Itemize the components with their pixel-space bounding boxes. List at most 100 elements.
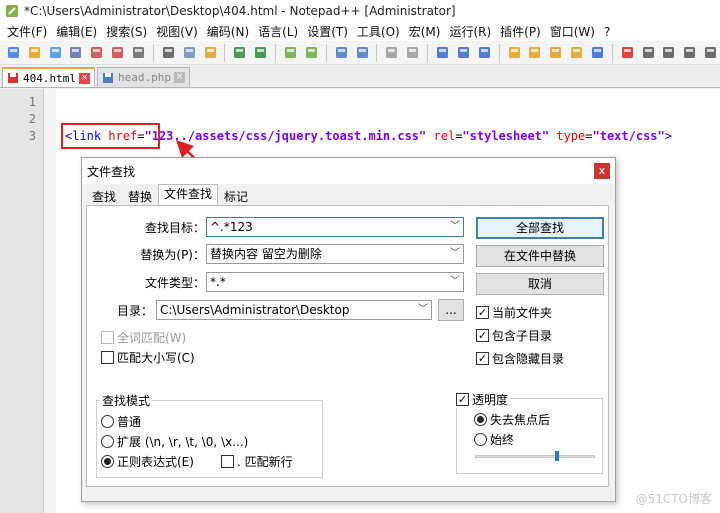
sync-h-icon[interactable]: [403, 43, 422, 62]
chevron-down-icon[interactable]: ﹀: [450, 218, 460, 236]
folder-workspace-icon[interactable]: [567, 43, 586, 62]
menu-item[interactable]: 编码(N): [204, 23, 255, 40]
menu-item[interactable]: 语言(L): [255, 23, 304, 40]
print-icon[interactable]: [129, 43, 148, 62]
menu-item[interactable]: 工具(O): [354, 23, 406, 40]
indent-guide-icon[interactable]: [475, 43, 494, 62]
tab-find[interactable]: 查找: [86, 187, 122, 205]
find-what-input[interactable]: ^.*123 ﹀: [206, 217, 464, 237]
radio-label: 始终: [490, 433, 515, 447]
dot-matches-newline-checkbox[interactable]: . 匹配新行: [221, 453, 293, 470]
file-tab-bar: 404.html × head.php ×: [0, 66, 720, 88]
menu-item[interactable]: 搜索(S): [103, 23, 153, 40]
toolbar-separator: [498, 43, 500, 62]
word-wrap-icon[interactable]: [433, 43, 452, 62]
checkbox-unchecked-icon: [221, 455, 234, 468]
close-tab-icon[interactable]: ×: [78, 72, 90, 84]
save-macro-icon[interactable]: [701, 43, 720, 62]
tab-replace[interactable]: 替换: [122, 187, 158, 205]
show-all-chars-icon[interactable]: [454, 43, 473, 62]
menu-item[interactable]: 宏(M): [406, 23, 447, 40]
open-file-icon[interactable]: [25, 43, 44, 62]
hidden-folders-checkbox[interactable]: ✓ 包含隐藏目录: [476, 350, 564, 367]
match-case-checkbox[interactable]: 匹配大小写(C): [101, 349, 195, 366]
save-all-icon[interactable]: [67, 43, 86, 62]
toolbar-separator: [275, 43, 277, 62]
menu-item[interactable]: ?: [601, 25, 616, 39]
filters-value: *.*: [210, 275, 226, 289]
transparency-slider[interactable]: [475, 455, 595, 458]
transparency-always-radio[interactable]: 始终: [474, 431, 514, 448]
run-macro-multiple-icon[interactable]: [680, 43, 699, 62]
search-mode-normal-radio[interactable]: 普通: [101, 413, 141, 430]
search-mode-extended-radio[interactable]: 扩展 (\n, \r, \t, \0, \x...): [101, 433, 248, 450]
dialog-tabs: 查找 替换 文件查找 标记: [86, 184, 254, 205]
tab-find-in-files[interactable]: 文件查找: [158, 184, 219, 205]
stop-macro-icon[interactable]: [639, 43, 658, 62]
chevron-down-icon[interactable]: ﹀: [450, 273, 460, 291]
record-macro-icon[interactable]: [618, 43, 637, 62]
current-folder-checkbox[interactable]: ✓ 当前文件夹: [476, 304, 552, 321]
zoom-in-icon[interactable]: [332, 43, 351, 62]
cancel-button[interactable]: 取消: [476, 273, 604, 295]
transparency-on-lose-focus-radio[interactable]: 失去焦点后: [474, 411, 550, 428]
find-icon[interactable]: [281, 43, 300, 62]
dialog-title: 文件查找: [87, 164, 136, 179]
filters-input[interactable]: *.* ﹀: [206, 272, 464, 292]
checkbox-label: 透明度: [472, 393, 509, 407]
search-mode-regex-radio[interactable]: 正则表达式(E): [101, 453, 194, 470]
menu-item[interactable]: 设置(T): [304, 23, 354, 40]
chevron-down-icon[interactable]: ﹀: [418, 301, 428, 319]
checkbox-checked-icon: ✓: [456, 393, 469, 406]
transparency-checkbox[interactable]: ✓ 透明度: [456, 391, 511, 408]
tab-404-html[interactable]: 404.html ×: [2, 67, 95, 87]
function-list-icon[interactable]: [546, 43, 565, 62]
replace-icon[interactable]: [302, 43, 321, 62]
line-number: 3: [28, 129, 36, 143]
new-file-icon[interactable]: [4, 43, 23, 62]
undo-icon[interactable]: [230, 43, 249, 62]
menu-item[interactable]: 插件(P): [497, 23, 547, 40]
find-all-button[interactable]: 全部查找: [476, 217, 604, 239]
menu-item[interactable]: 窗口(W): [547, 23, 601, 40]
tab-head-php[interactable]: head.php ×: [96, 67, 190, 87]
zoom-out-icon[interactable]: [353, 43, 372, 62]
replace-with-input[interactable]: 替换内容 留空为删除 ﹀: [206, 244, 464, 264]
browse-button[interactable]: ...: [438, 299, 464, 321]
close-icon[interactable]: [87, 43, 106, 62]
replace-in-files-button[interactable]: 在文件中替换: [476, 245, 604, 267]
checkbox-label: 全词匹配(W): [117, 331, 187, 345]
menu-item[interactable]: 视图(V): [153, 23, 204, 40]
play-macro-icon[interactable]: [660, 43, 679, 62]
directory-input[interactable]: C:\Users\Administrator\Desktop ﹀: [156, 300, 432, 320]
tab-mark[interactable]: 标记: [218, 187, 254, 205]
save-icon[interactable]: [46, 43, 65, 62]
close-icon[interactable]: x: [594, 163, 610, 179]
sync-v-icon[interactable]: [382, 43, 401, 62]
menu-item[interactable]: 运行(R): [446, 23, 497, 40]
monitor-icon[interactable]: [588, 43, 607, 62]
menu-bar: 文件(F) 编辑(E) 搜索(S) 视图(V) 编码(N) 语言(L) 设置(T) 工具(O)…: [0, 22, 720, 41]
doc-map-icon[interactable]: [525, 43, 544, 62]
radio-label: 失去焦点后: [490, 413, 551, 427]
code-token: "text/css": [592, 129, 665, 143]
toolbar-separator: [325, 43, 327, 62]
cut-icon[interactable]: [159, 43, 178, 62]
toolbar-separator: [611, 43, 613, 62]
sub-folders-checkbox[interactable]: ✓ 包含子目录: [476, 327, 552, 344]
slider-thumb[interactable]: [554, 451, 559, 461]
dialog-title-bar[interactable]: 文件查找: [82, 158, 615, 184]
menu-item[interactable]: 编辑(E): [53, 23, 103, 40]
close-all-icon[interactable]: [108, 43, 127, 62]
copy-icon[interactable]: [180, 43, 199, 62]
code-token: >: [664, 129, 672, 143]
close-tab-icon[interactable]: ×: [173, 72, 185, 83]
redo-icon[interactable]: [251, 43, 270, 62]
paste-icon[interactable]: [201, 43, 220, 62]
code-token: =: [585, 129, 593, 143]
window-title: *C:\Users\Administrator\Desktop\404.html…: [24, 4, 456, 18]
find-what-value: ^.*123: [210, 220, 253, 234]
menu-item[interactable]: 文件(F): [4, 23, 53, 40]
udl-icon[interactable]: [505, 43, 524, 62]
chevron-down-icon[interactable]: ﹀: [450, 245, 460, 263]
